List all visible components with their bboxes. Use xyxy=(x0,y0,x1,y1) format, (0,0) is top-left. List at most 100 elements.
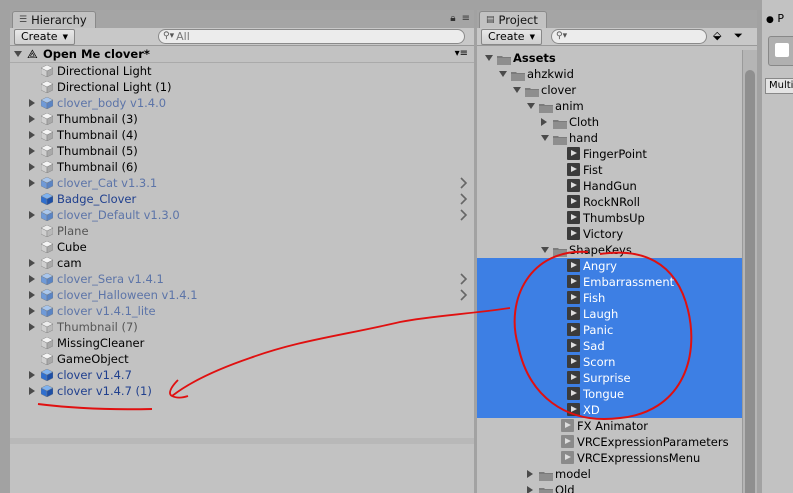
project-item[interactable]: VRCExpressionsMenu xyxy=(477,450,743,466)
play-button[interactable] xyxy=(768,36,793,66)
chevron-right-icon[interactable] xyxy=(460,209,468,221)
collapse-arrow-icon[interactable] xyxy=(499,71,507,77)
menu-icon[interactable]: ≡ xyxy=(462,13,470,24)
project-item[interactable]: Tongue xyxy=(477,386,743,402)
project-item[interactable]: Victory xyxy=(477,226,743,242)
hierarchy-item[interactable]: clover_Halloween v1.4.1 xyxy=(10,287,474,303)
lock-icon[interactable]: 🔒︎ xyxy=(450,13,455,24)
scene-header[interactable]: ⟁ Open Me clover* ▾≡ xyxy=(10,46,474,63)
hierarchy-item[interactable]: Cube xyxy=(10,239,474,255)
collapse-arrow-icon[interactable] xyxy=(541,135,549,141)
expand-arrow-icon[interactable] xyxy=(541,118,547,126)
project-item[interactable]: FingerPoint xyxy=(477,146,743,162)
project-item[interactable]: model xyxy=(477,466,743,482)
expand-arrow-icon[interactable] xyxy=(29,211,35,219)
chevron-right-icon[interactable] xyxy=(460,289,468,301)
chevron-right-icon[interactable] xyxy=(460,193,468,205)
project-create-button[interactable]: Create ▼ xyxy=(481,28,542,45)
collapse-arrow-icon[interactable] xyxy=(541,247,549,253)
project-item[interactable]: VRCExpressionParameters xyxy=(477,434,743,450)
expand-arrow-icon[interactable] xyxy=(527,470,533,478)
project-item[interactable]: XD xyxy=(477,402,743,418)
project-item[interactable]: ahzkwid xyxy=(477,66,743,82)
project-item[interactable]: Cloth xyxy=(477,114,743,130)
expand-arrow-icon[interactable] xyxy=(29,259,35,267)
project-item[interactable]: FX Animator xyxy=(477,418,743,434)
project-item[interactable]: hand xyxy=(477,130,743,146)
expand-arrow-icon[interactable] xyxy=(29,131,35,139)
hierarchy-item[interactable]: Thumbnail (5) xyxy=(10,143,474,159)
project-item[interactable]: Angry xyxy=(477,258,743,274)
multi-dropdown[interactable]: Multi xyxy=(765,78,793,94)
expand-arrow-icon[interactable] xyxy=(29,179,35,187)
hierarchy-item[interactable]: clover v1.4.7 (1) xyxy=(10,383,474,399)
collapse-arrow-icon[interactable] xyxy=(14,51,22,57)
project-item[interactable]: Surprise xyxy=(477,370,743,386)
expand-arrow-icon[interactable] xyxy=(29,371,35,379)
project-item[interactable]: Assets xyxy=(477,50,743,66)
expand-arrow-icon[interactable] xyxy=(29,147,35,155)
hierarchy-item[interactable]: Thumbnail (4) xyxy=(10,127,474,143)
project-item[interactable]: ThumbsUp xyxy=(477,210,743,226)
project-item[interactable]: Embarrassment xyxy=(477,274,743,290)
collapse-arrow-icon[interactable] xyxy=(513,87,521,93)
hierarchy-item[interactable]: MissingCleaner xyxy=(10,335,474,351)
hierarchy-item[interactable]: clover_body v1.4.0 xyxy=(10,95,474,111)
hierarchy-item[interactable]: clover_Default v1.3.0 xyxy=(10,207,474,223)
project-toolbar: Create ▼ ⚲▾ ⬙ ⏷ xyxy=(477,28,757,46)
hierarchy-hscrollbar[interactable] xyxy=(10,438,474,444)
hierarchy-create-button[interactable]: Create ▼ xyxy=(14,28,75,45)
hierarchy-item[interactable]: Directional Light (1) xyxy=(10,79,474,95)
expand-arrow-icon[interactable] xyxy=(29,115,35,123)
filter-type-icon[interactable]: ⬙ xyxy=(713,29,721,42)
project-item[interactable]: Laugh xyxy=(477,306,743,322)
project-scroll-thumb[interactable] xyxy=(745,70,755,493)
hierarchy-item[interactable]: Thumbnail (6) xyxy=(10,159,474,175)
project-item[interactable]: ShapeKeys xyxy=(477,242,743,258)
expand-arrow-icon[interactable] xyxy=(29,291,35,299)
hierarchy-item[interactable]: Plane xyxy=(10,223,474,239)
hierarchy-item[interactable]: Badge_Clover xyxy=(10,191,474,207)
project-item[interactable]: Fish xyxy=(477,290,743,306)
hierarchy-item[interactable]: cam xyxy=(10,255,474,271)
project-search-input[interactable]: ⚲▾ xyxy=(551,29,707,44)
hierarchy-item[interactable]: Thumbnail (3) xyxy=(10,111,474,127)
hierarchy-item[interactable]: GameObject xyxy=(10,351,474,367)
hierarchy-search-input[interactable]: ⚲▾ All xyxy=(158,29,465,44)
expand-arrow-icon[interactable] xyxy=(29,323,35,331)
project-item[interactable]: Old xyxy=(477,482,743,493)
hierarchy-item[interactable]: Thumbnail (7) xyxy=(10,319,474,335)
collapse-arrow-icon[interactable] xyxy=(485,55,493,61)
expand-arrow-icon[interactable] xyxy=(29,163,35,171)
project-item[interactable]: Scorn xyxy=(477,354,743,370)
project-item[interactable]: anim xyxy=(477,98,743,114)
hierarchy-item[interactable]: Directional Light xyxy=(10,63,474,79)
tab-hierarchy[interactable]: ☰ Hierarchy xyxy=(12,11,96,29)
expand-arrow-icon[interactable] xyxy=(29,387,35,395)
animation-clip-icon xyxy=(567,307,580,320)
hierarchy-item[interactable]: clover_Sera v1.4.1 xyxy=(10,271,474,287)
project-scrollbar[interactable] xyxy=(742,50,757,493)
expand-arrow-icon[interactable] xyxy=(29,99,35,107)
tab-inspector[interactable]: ● P xyxy=(766,12,784,25)
expand-arrow-icon[interactable] xyxy=(527,486,533,493)
filter-label-icon[interactable]: ⏷ xyxy=(734,29,743,43)
dropdown-arrow-icon: ▼ xyxy=(529,32,535,41)
expand-arrow-icon[interactable] xyxy=(29,275,35,283)
project-item[interactable]: Fist xyxy=(477,162,743,178)
chevron-right-icon[interactable] xyxy=(460,273,468,285)
hierarchy-item[interactable]: clover_Cat v1.3.1 xyxy=(10,175,474,191)
tab-project[interactable]: ▤ Project xyxy=(479,11,547,29)
collapse-arrow-icon[interactable] xyxy=(527,103,535,109)
scene-menu-icon[interactable]: ▾≡ xyxy=(455,46,468,62)
project-item[interactable]: Panic xyxy=(477,322,743,338)
chevron-right-icon[interactable] xyxy=(460,177,468,189)
folder-icon xyxy=(511,69,525,81)
project-item[interactable]: RockNRoll xyxy=(477,194,743,210)
project-item[interactable]: clover xyxy=(477,82,743,98)
hierarchy-item[interactable]: clover v1.4.7 xyxy=(10,367,474,383)
project-item[interactable]: Sad xyxy=(477,338,743,354)
hierarchy-item[interactable]: clover v1.4.1_lite xyxy=(10,303,474,319)
project-item[interactable]: HandGun xyxy=(477,178,743,194)
expand-arrow-icon[interactable] xyxy=(29,307,35,315)
